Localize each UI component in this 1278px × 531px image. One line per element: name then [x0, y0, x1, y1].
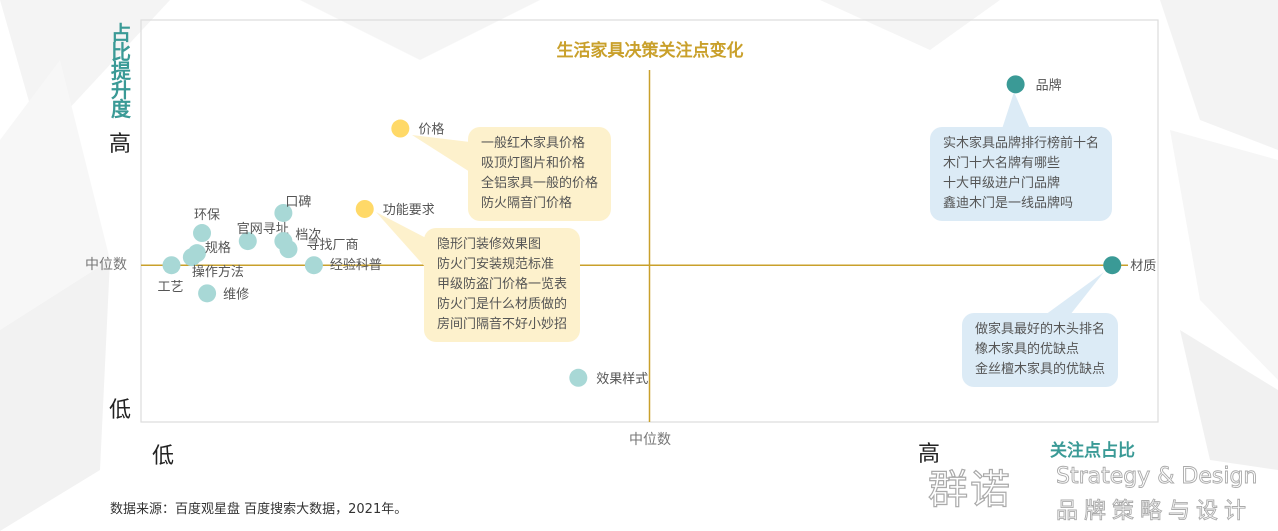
- data-point-label: 经验科普: [330, 257, 382, 273]
- callout-line: 金丝檀木家具的优缺点: [975, 362, 1106, 377]
- data-point: [391, 119, 410, 138]
- data-point: [198, 284, 217, 303]
- data-point-label: 工艺: [158, 280, 184, 295]
- data-point: [304, 256, 323, 275]
- data-point: [279, 240, 298, 259]
- callout-function: 隐形门装修效果图 防火门安装规范标准 甲级防盗门价格一览表 防火门是什么材质做的…: [424, 228, 581, 342]
- data-point: [355, 199, 374, 218]
- data-point-label: 功能要求: [383, 203, 435, 218]
- callout-line: 十大甲级进户门品牌: [943, 176, 1061, 191]
- callout-line: 一般红木家具价格: [481, 136, 586, 151]
- callout-line: 橡木家具的优缺点: [975, 342, 1080, 357]
- data-point-label: 品牌: [1036, 77, 1062, 93]
- data-point: [1103, 256, 1122, 275]
- logo-en: Strategy & Design: [1056, 464, 1258, 490]
- data-point-label: 效果样式: [596, 372, 648, 387]
- data-point: [1006, 75, 1025, 94]
- x-low-label: 低: [152, 444, 175, 469]
- callout-line: 隐形门装修效果图: [437, 237, 542, 252]
- callout-price: 一般红木家具价格 吸顶灯图片和价格 全铝家具一般的价格 防火隔音门价格: [468, 127, 612, 221]
- data-point-label: 规格: [205, 240, 231, 256]
- chart-title: 生活家具决策关注点变化: [556, 41, 744, 61]
- brand-logo: 群诺 Strategy & Design 品牌策略与设计: [927, 462, 1273, 525]
- callout-line: 实木家具品牌排行榜前十名: [943, 136, 1100, 151]
- source-note: 数据来源：百度观星盘 百度搜索大数据，2021年。: [110, 502, 408, 517]
- callout-pointer: [376, 212, 426, 268]
- callout-line: 吸顶灯图片和价格: [481, 156, 586, 171]
- callout-line: 做家具最好的木头排名: [975, 322, 1106, 337]
- logo-sub: 品牌策略与设计: [1056, 499, 1253, 525]
- data-point: [193, 224, 212, 243]
- callout-pointer: [1045, 272, 1104, 315]
- logo-cn: 群诺: [927, 466, 1012, 513]
- data-point-label: 维修: [223, 287, 249, 302]
- y-median-label: 中位数: [85, 257, 127, 273]
- data-point: [162, 256, 181, 275]
- callout-line: 甲级防盗门价格一览表: [437, 277, 568, 292]
- callout-line: 鑫迪木门是一线品牌吗: [943, 196, 1074, 211]
- data-point-label: 价格: [418, 122, 444, 138]
- callout-line: 防火隔音门价格: [481, 196, 573, 211]
- data-point: [182, 248, 201, 267]
- x-axis-title: 关注点占比: [1050, 441, 1135, 461]
- data-point: [569, 368, 588, 387]
- callout-line: 全铝家具一般的价格: [481, 176, 599, 191]
- callout-material: 做家具最好的木头排名 橡木家具的优缺点 金丝檀木家具的优缺点: [962, 313, 1119, 387]
- callout-pointer: [412, 135, 470, 172]
- data-point-label: 操作方法: [192, 264, 244, 280]
- y-low-label: 低: [109, 398, 132, 423]
- x-median-label: 中位数: [629, 432, 671, 448]
- callout-line: 木门十大名牌有哪些: [943, 156, 1061, 171]
- callout-line: 房间门隔音不好小妙招: [437, 317, 568, 332]
- callout-line: 防火门安装规范标准: [437, 257, 555, 272]
- data-point-label: 材质: [1130, 259, 1156, 274]
- y-high-label: 高: [109, 132, 132, 157]
- data-point-label: 寻找厂商: [306, 238, 358, 253]
- callout-pointer: [1002, 92, 1030, 129]
- callout-line: 防火门是什么材质做的: [437, 297, 568, 312]
- data-point-label: 口碑: [285, 194, 311, 210]
- data-point-label: 环保: [194, 208, 220, 223]
- callout-brand: 实木家具品牌排行榜前十名 木门十大名牌有哪些 十大甲级进户门品牌 鑫迪木门是一线…: [930, 127, 1113, 221]
